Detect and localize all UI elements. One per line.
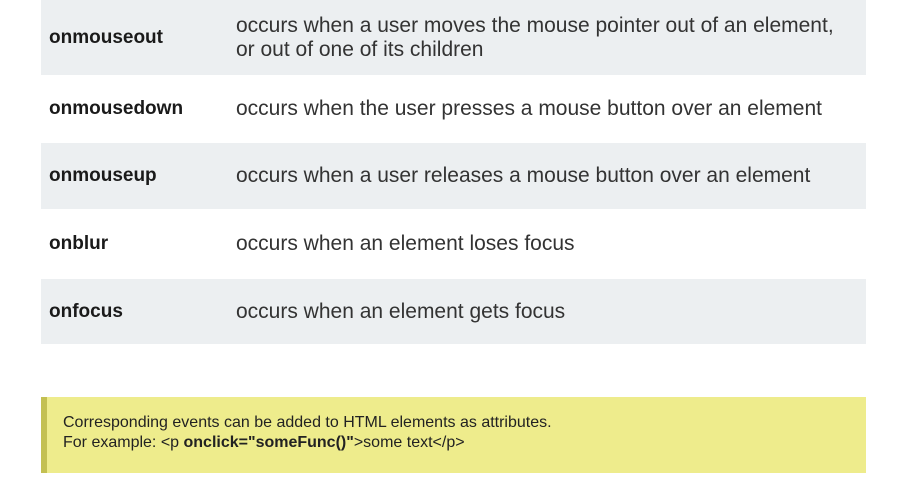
event-description: occurs when a user moves the mouse point… xyxy=(236,13,834,61)
event-description: occurs when the user presses a mouse but… xyxy=(236,97,822,120)
note-example-prefix: For example: <p xyxy=(63,434,184,451)
event-name: onmouseup xyxy=(49,165,157,186)
event-row-onblur: onblur occurs when an element loses focu… xyxy=(41,209,866,279)
event-name: onblur xyxy=(49,233,109,254)
event-description: occurs when an element loses focus xyxy=(236,232,575,255)
event-name: onfocus xyxy=(49,300,123,322)
events-table: onmouseout occurs when a user moves the … xyxy=(41,0,866,344)
event-description: occurs when a user releases a mouse butt… xyxy=(236,164,811,187)
note-line-2: For example: <p onclick="someFunc()">som… xyxy=(63,433,866,453)
event-row-onfocus: onfocus occurs when an element gets focu… xyxy=(41,279,866,344)
event-description: occurs when an element gets focus xyxy=(236,299,566,323)
note-example-code: onclick="someFunc()" xyxy=(183,434,354,451)
note-line-1: Corresponding events can be added to HTM… xyxy=(63,414,552,431)
note-example-suffix: >some text</p> xyxy=(353,434,465,451)
event-row-onmouseup: onmouseup occurs when a user releases a … xyxy=(41,143,866,209)
event-name: onmousedown xyxy=(49,98,184,119)
event-name: onmouseout xyxy=(49,26,163,48)
event-row-onmouseout: onmouseout occurs when a user moves the … xyxy=(41,0,866,75)
event-row-onmousedown: onmousedown occurs when the user presses… xyxy=(41,75,866,143)
note-box: Corresponding events can be added to HTM… xyxy=(41,397,866,473)
